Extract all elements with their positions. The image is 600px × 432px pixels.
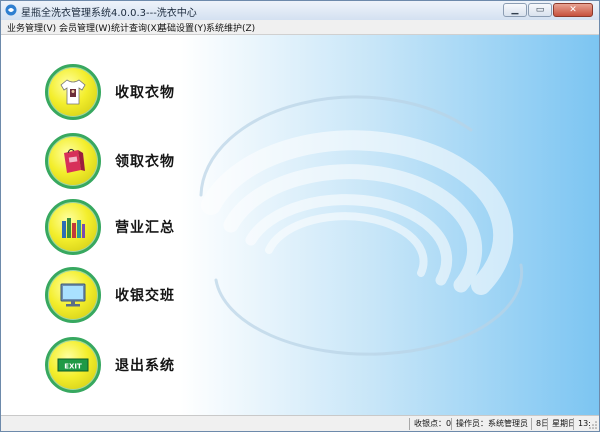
nav-label: 退出系统 bbox=[115, 358, 175, 374]
resize-grip-icon[interactable] bbox=[589, 421, 597, 429]
menu-maintenance[interactable]: 系统维护(Z) bbox=[206, 21, 255, 34]
status-date: 8日 bbox=[531, 418, 548, 430]
main-panel: 收取衣物 领取衣物 营业汇总 收银交班 EXIT 退出系统 bbox=[1, 35, 599, 415]
monitor-icon bbox=[60, 283, 86, 307]
exit-system-button[interactable]: EXIT 退出系统 bbox=[45, 337, 275, 395]
status-cashier-point: 收银点：0 bbox=[409, 418, 452, 430]
status-time: 13: bbox=[573, 418, 590, 430]
app-logo-icon bbox=[5, 4, 17, 16]
business-summary-button[interactable]: 营业汇总 bbox=[45, 199, 275, 257]
menu-statistics[interactable]: 统计查询(X) bbox=[111, 21, 160, 34]
nav-label: 领取衣物 bbox=[115, 154, 175, 170]
app-window: 星瓶全洗衣管理系统4.0.0.3---洗衣中心 ▁ ▭ ✕ 业务管理(V) 会员… bbox=[0, 0, 600, 432]
nav-label: 营业汇总 bbox=[115, 220, 175, 236]
nav-circle bbox=[45, 64, 101, 120]
status-weekday: 星期日 bbox=[547, 418, 574, 430]
maximize-button[interactable]: ▭ bbox=[528, 3, 552, 17]
menu-settings[interactable]: 基础设置(Y) bbox=[158, 21, 207, 34]
title-bar[interactable]: 星瓶全洗衣管理系统4.0.0.3---洗衣中心 ▁ ▭ ✕ bbox=[1, 1, 599, 20]
shopping-bag-icon bbox=[64, 148, 85, 173]
tshirt-icon bbox=[60, 79, 86, 105]
close-button[interactable]: ✕ bbox=[553, 3, 593, 17]
window-controls: ▁ ▭ ✕ bbox=[502, 3, 593, 17]
menu-bar: 业务管理(V) 会员管理(W) 统计查询(X) 基础设置(Y) 系统维护(Z) bbox=[1, 20, 599, 35]
status-operator: 操作员：系统管理员 bbox=[451, 418, 532, 430]
minimize-button[interactable]: ▁ bbox=[503, 3, 527, 17]
shift-handover-button[interactable]: 收银交班 bbox=[45, 267, 275, 325]
books-icon bbox=[62, 218, 85, 238]
nav-circle: EXIT bbox=[45, 337, 101, 393]
nav-circle bbox=[45, 199, 101, 255]
nav-label: 收银交班 bbox=[115, 288, 175, 304]
exit-sign-icon: EXIT bbox=[57, 358, 89, 372]
nav-label: 收取衣物 bbox=[115, 85, 175, 101]
menu-business[interactable]: 业务管理(V) bbox=[7, 21, 56, 34]
nav-circle bbox=[45, 267, 101, 323]
window-title: 星瓶全洗衣管理系统4.0.0.3---洗衣中心 bbox=[21, 8, 197, 19]
pickup-clothes-button[interactable]: 领取衣物 bbox=[45, 133, 275, 191]
status-bar: 收银点：0 操作员：系统管理员 8日 星期日 13: bbox=[1, 415, 599, 431]
nav-circle bbox=[45, 133, 101, 189]
exit-sign-text: EXIT bbox=[64, 363, 82, 371]
collect-clothes-button[interactable]: 收取衣物 bbox=[45, 64, 275, 122]
menu-members[interactable]: 会员管理(W) bbox=[59, 21, 111, 34]
